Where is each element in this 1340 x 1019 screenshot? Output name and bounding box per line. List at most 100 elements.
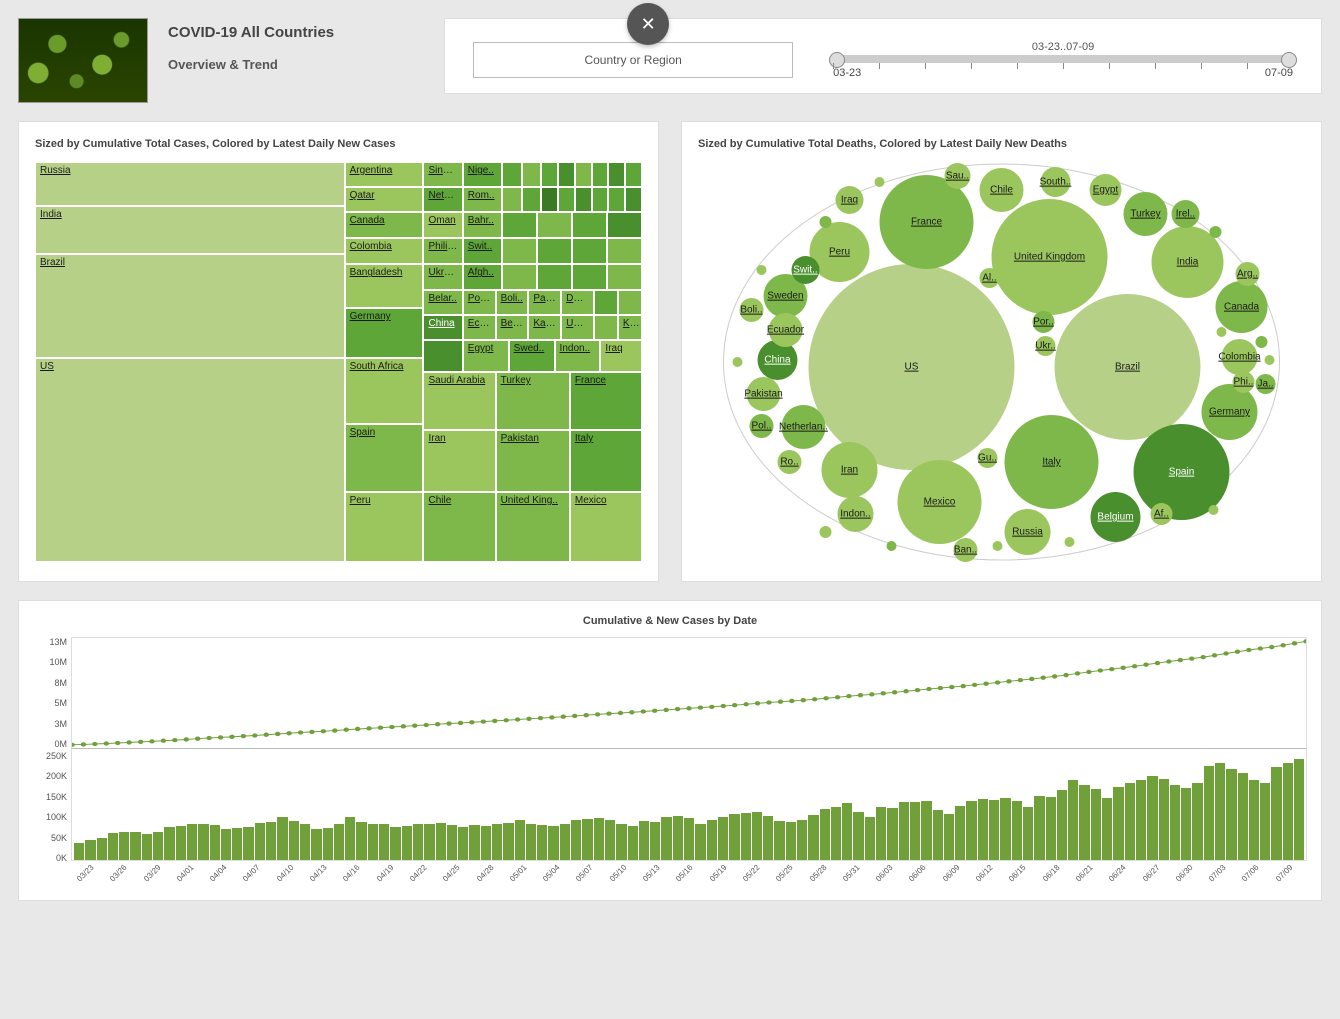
bar[interactable] xyxy=(616,824,626,860)
bar[interactable] xyxy=(503,823,513,860)
treemap-cell-dominican[interactable]: Dom.. xyxy=(561,290,594,315)
bar[interactable] xyxy=(582,819,592,860)
bar[interactable] xyxy=(876,807,886,860)
bar[interactable] xyxy=(1283,763,1293,860)
bar[interactable] xyxy=(966,801,976,860)
bar[interactable] xyxy=(921,801,931,860)
bar[interactable] xyxy=(684,818,694,860)
treemap-cell-egypt[interactable]: Egypt xyxy=(463,340,509,372)
treemap-cell-singapore[interactable]: Singa.. xyxy=(423,162,462,187)
bar[interactable] xyxy=(1102,798,1112,860)
treemap-cell-bahrain[interactable]: Bahr.. xyxy=(463,212,502,238)
bar[interactable] xyxy=(176,826,186,860)
treemap-cell-argentina[interactable]: Argentina xyxy=(345,162,424,187)
bar[interactable] xyxy=(1181,788,1191,860)
bar[interactable] xyxy=(707,820,717,860)
bar[interactable] xyxy=(1000,798,1010,860)
treemap-cell-kuwait[interactable]: Kuw.. xyxy=(618,315,642,340)
treemap-cell-portugal[interactable]: Port.. xyxy=(463,290,496,315)
treemap-cell-uae[interactable]: Unit.. xyxy=(561,315,594,340)
bar[interactable] xyxy=(1079,785,1089,860)
treemap-cell-pakistan[interactable]: Pakistan xyxy=(496,430,570,492)
treemap-cell-south-africa[interactable]: South Africa xyxy=(345,358,424,424)
treemap-cell-panama[interactable]: Pan.. xyxy=(528,290,561,315)
treemap-cell-nigeria[interactable]: Nige.. xyxy=(463,162,502,187)
treemap-cell-peru[interactable]: Peru xyxy=(345,492,424,562)
bar[interactable] xyxy=(334,824,344,860)
treemap-cell-germany[interactable]: Germany xyxy=(345,308,424,358)
treemap-cell-united-kingdom[interactable]: United King.. xyxy=(496,492,570,562)
bar[interactable] xyxy=(537,825,547,860)
bar[interactable] xyxy=(1091,789,1101,860)
treemap-cell-qatar[interactable]: Qatar xyxy=(345,187,424,212)
bar[interactable] xyxy=(639,821,649,860)
bar[interactable] xyxy=(1238,773,1248,860)
treemap-cell-bolivia[interactable]: Boli.. xyxy=(496,290,529,315)
bar[interactable] xyxy=(1023,807,1033,860)
bar[interactable] xyxy=(786,822,796,860)
treemap-cell-us[interactable]: US xyxy=(35,358,345,562)
bar[interactable] xyxy=(74,843,84,860)
bar[interactable] xyxy=(820,809,830,861)
bar[interactable] xyxy=(933,810,943,860)
bar[interactable] xyxy=(989,800,999,860)
bar[interactable] xyxy=(1226,769,1236,860)
bar[interactable] xyxy=(413,824,423,860)
treemap-cell-iraq[interactable]: Iraq xyxy=(600,340,642,372)
bubble-chart[interactable]: US Brazil United Kingdom Italy France Sp… xyxy=(698,162,1305,562)
treemap-cell-afghanistan[interactable]: Afgh.. xyxy=(463,264,502,289)
treemap-cell-romania[interactable]: Rom.. xyxy=(463,187,502,212)
bar[interactable] xyxy=(548,826,558,860)
treemap-cell-belgium[interactable]: Belgi.. xyxy=(496,315,529,340)
bar[interactable] xyxy=(1215,763,1225,860)
bar[interactable] xyxy=(842,803,852,860)
bar[interactable] xyxy=(447,825,457,860)
country-region-dropdown[interactable]: Country or Region xyxy=(473,42,793,78)
cumulative-line-chart[interactable] xyxy=(71,637,1307,749)
treemap-cell-netherlands[interactable]: Nethe.. xyxy=(423,187,462,212)
bar[interactable] xyxy=(853,812,863,860)
bar[interactable] xyxy=(469,825,479,860)
bar[interactable] xyxy=(1057,790,1067,860)
treemap-cell-spain[interactable]: Spain xyxy=(345,424,424,492)
treemap-cell-saudi-arabia[interactable]: Saudi Arabia xyxy=(423,372,495,430)
bar[interactable] xyxy=(1113,787,1123,860)
treemap-cell-oman[interactable]: Oman xyxy=(423,212,462,238)
bar[interactable] xyxy=(955,806,965,860)
treemap-cell-italy[interactable]: Italy xyxy=(570,430,642,492)
bar[interactable] xyxy=(1012,801,1022,860)
bar[interactable] xyxy=(1204,766,1214,860)
bar[interactable] xyxy=(1046,797,1056,860)
bar[interactable] xyxy=(402,826,412,860)
bar[interactable] xyxy=(673,816,683,860)
treemap-chart[interactable]: Russia India Brazil US Argentina Qatar C… xyxy=(35,162,642,562)
treemap-cell-india[interactable]: India xyxy=(35,206,345,254)
treemap-cell-bangladesh[interactable]: Bangladesh xyxy=(345,264,424,308)
treemap-cell-mexico[interactable]: Mexico xyxy=(570,492,642,562)
bar[interactable] xyxy=(910,802,920,860)
bar[interactable] xyxy=(808,815,818,860)
bar[interactable] xyxy=(210,825,220,860)
treemap-cell-kazakhstan[interactable]: Kaz.. xyxy=(528,315,561,340)
bar[interactable] xyxy=(741,813,751,860)
treemap-cell-canada[interactable]: Canada xyxy=(345,212,424,238)
bar[interactable] xyxy=(978,799,988,860)
treemap-cell-colombia[interactable]: Colombia xyxy=(345,238,424,264)
bar[interactable] xyxy=(1147,776,1157,860)
bar[interactable] xyxy=(243,827,253,860)
treemap-cell-ecuador[interactable]: Ecua.. xyxy=(463,315,496,340)
bar[interactable] xyxy=(865,817,875,861)
treemap-cell-russia[interactable]: Russia xyxy=(35,162,345,206)
bar[interactable] xyxy=(345,817,355,860)
bar[interactable] xyxy=(515,820,525,860)
treemap-cell-ukraine[interactable]: Ukraine xyxy=(423,264,462,289)
bar[interactable] xyxy=(1271,767,1281,860)
close-icon[interactable]: ✕ xyxy=(627,3,669,45)
treemap-cell-turkey[interactable]: Turkey xyxy=(496,372,570,430)
bar[interactable] xyxy=(266,822,276,860)
bar[interactable] xyxy=(1125,783,1135,860)
treemap-cell-france[interactable]: France xyxy=(570,372,642,430)
treemap-cell-china[interactable]: China xyxy=(423,315,462,340)
bar[interactable] xyxy=(277,817,287,860)
treemap-cell-switzerland[interactable]: Swit.. xyxy=(463,238,502,264)
